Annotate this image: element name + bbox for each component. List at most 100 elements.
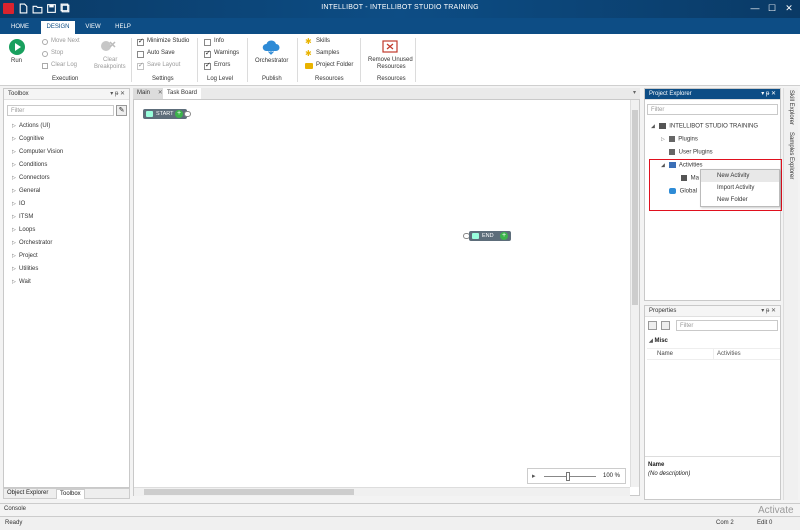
info-checkbox[interactable] [204, 39, 211, 46]
toolbox-item[interactable]: ▷ Project [12, 253, 38, 259]
properties-controls-icon[interactable]: ▾ ᵽ ✕ [761, 306, 776, 317]
toolbox-item[interactable]: ▷ Wait [12, 279, 31, 285]
property-value[interactable]: Activities [717, 351, 741, 357]
remove-unused-icon[interactable] [382, 39, 398, 55]
property-row[interactable]: Name Activities [647, 348, 780, 360]
clear-breakpoints-label-2[interactable]: Breakpoints [94, 64, 126, 70]
remove-unused-label-1[interactable]: Remove Unused [368, 57, 413, 63]
group-publish: Publish [262, 76, 282, 82]
project-explorer-controls-icon[interactable]: ▾ ᵽ ✕ [761, 89, 776, 100]
tree-item-plugins[interactable]: ▷ Plugins [661, 136, 698, 143]
categorized-view-icon[interactable] [648, 321, 657, 330]
property-divider [713, 349, 714, 360]
project-folder-button[interactable]: Project Folder [316, 62, 353, 68]
toolbox-item[interactable]: ▷ Conditions [12, 162, 47, 168]
console-tab[interactable]: Console [4, 506, 26, 512]
warnings-checkbox[interactable] [204, 49, 211, 58]
start-output-port[interactable] [184, 111, 191, 117]
filter-clear-icon[interactable]: ✎ [116, 105, 127, 116]
plugins-icon [668, 136, 675, 142]
properties-filter-input[interactable]: Filter [676, 320, 778, 331]
tree-item-global[interactable]: Global [667, 188, 697, 195]
workflow-canvas[interactable]: START + END + ▸ 100 % [133, 99, 640, 496]
toolbox-item[interactable]: ▷ Orchestrator [12, 240, 52, 246]
project-filter-input[interactable]: Filter [647, 104, 778, 115]
remove-unused-label-2[interactable]: Resources [377, 64, 406, 70]
properties-section-misc[interactable]: ◢ Misc [649, 338, 668, 344]
tab-toolbox[interactable]: Toolbox [56, 489, 85, 499]
samples-button[interactable]: Samples [316, 50, 339, 56]
toolbox-item[interactable]: ▷ Actions (UI) [12, 123, 50, 129]
canvas-horizontal-scrollbar[interactable] [134, 487, 630, 496]
canvas-vertical-scrollbar[interactable] [630, 100, 639, 487]
run-icon[interactable] [9, 39, 25, 55]
tab-samples-explorer[interactable]: Samples Explorer [788, 132, 794, 179]
clear-breakpoints-label-1[interactable]: Clear [103, 57, 117, 63]
start-add-icon[interactable]: + [175, 110, 183, 118]
toolbox-item[interactable]: ▷ IO [12, 201, 25, 207]
ribbon-divider [197, 38, 198, 82]
toolbox-item[interactable]: ▷ Cognitive [12, 136, 44, 142]
orchestrator-button[interactable]: Orchestrator [255, 58, 288, 64]
toolbox-title: Toolbox [8, 91, 29, 97]
horizontal-scroll-thumb[interactable] [144, 489, 354, 495]
auto-save-checkbox[interactable] [137, 51, 144, 58]
tree-root[interactable]: ◢ INTELLIBOT STUDIO TRAINING [651, 123, 758, 130]
tab-object-explorer[interactable]: Object Explorer [7, 490, 48, 496]
toolbox-item[interactable]: ▷ Loops [12, 227, 35, 233]
tab-skill-explorer[interactable]: Skill Explorer [788, 90, 794, 125]
move-next-button[interactable]: Move Next [51, 38, 80, 44]
sort-alpha-icon[interactable] [661, 321, 670, 330]
start-node[interactable]: START + [143, 109, 187, 119]
minimize-studio-label: Minimize Studio [147, 38, 190, 44]
tree-item-user-plugins[interactable]: User Plugins [667, 149, 713, 156]
menu-item-import-activity[interactable]: Import Activity [701, 182, 779, 194]
doc-tabs-menu-icon[interactable]: ▾ [629, 88, 640, 99]
minimize-button[interactable]: — [748, 2, 762, 15]
tab-home[interactable]: HOME [4, 21, 36, 34]
toolbox-item[interactable]: ▷ ITSM [12, 214, 33, 220]
tab-view[interactable]: VIEW [80, 21, 106, 34]
tree-item-main[interactable]: Ma [679, 175, 699, 182]
zoom-slider-track[interactable] [544, 476, 596, 477]
project-explorer-title: Project Explorer [649, 91, 692, 97]
run-button[interactable]: Run [11, 58, 22, 64]
doc-tab-main[interactable]: Main ✕ [133, 88, 167, 99]
toolbox-item[interactable]: ▷ Connectors [12, 175, 50, 181]
minimize-studio-checkbox[interactable] [137, 37, 144, 46]
toolbox-item[interactable]: ▷ Computer Vision [12, 149, 63, 155]
doc-tab-close-icon[interactable]: ✕ [158, 90, 163, 96]
zoom-slider-thumb[interactable] [566, 472, 570, 481]
menu-item-new-activity[interactable]: New Activity [701, 170, 779, 182]
tab-design[interactable]: DESIGN [41, 21, 75, 34]
tab-help[interactable]: HELP [110, 21, 136, 34]
status-text: Ready [5, 520, 23, 526]
doc-tab-task-board[interactable]: Task Board [163, 88, 202, 99]
vertical-scroll-thumb[interactable] [632, 110, 638, 305]
orchestrator-cloud-icon[interactable] [262, 39, 280, 55]
skills-button[interactable]: Skills [316, 38, 330, 44]
document-tabs: Main ✕ Task Board ▾ [133, 88, 640, 99]
zoom-level: 100 % [603, 473, 621, 479]
ribbon: Run Move Next Stop Clear Log Clear Break… [0, 34, 800, 86]
toolbox-pin-icon[interactable]: ▾ ᵽ ✕ [110, 89, 125, 100]
zoom-play-icon[interactable]: ▸ [532, 472, 536, 480]
toolbox-item[interactable]: ▷ Utilities [12, 266, 38, 272]
menu-item-new-folder[interactable]: New Folder [701, 194, 779, 206]
maximize-button[interactable]: ☐ [765, 2, 779, 15]
clear-log-button[interactable]: Clear Log [51, 62, 77, 68]
toolbox-item[interactable]: ▷ General [12, 188, 40, 194]
errors-checkbox[interactable] [204, 61, 211, 70]
toolbox-filter-input[interactable]: Filter [7, 105, 114, 116]
project-explorer-header: Project Explorer ▾ ᵽ ✕ [645, 89, 780, 100]
stop-button[interactable]: Stop [51, 50, 63, 56]
end-node[interactable]: END + [469, 231, 511, 241]
errors-label: Errors [214, 62, 231, 68]
start-node-icon [146, 111, 153, 117]
context-menu: New Activity Import Activity New Folder [700, 169, 780, 207]
end-add-icon[interactable]: + [500, 232, 508, 240]
info-label: Info [214, 38, 225, 44]
tree-item-activities[interactable]: ◢ Activities [661, 162, 703, 169]
save-layout-checkbox[interactable] [137, 61, 144, 70]
close-button[interactable]: ✕ [782, 2, 796, 15]
